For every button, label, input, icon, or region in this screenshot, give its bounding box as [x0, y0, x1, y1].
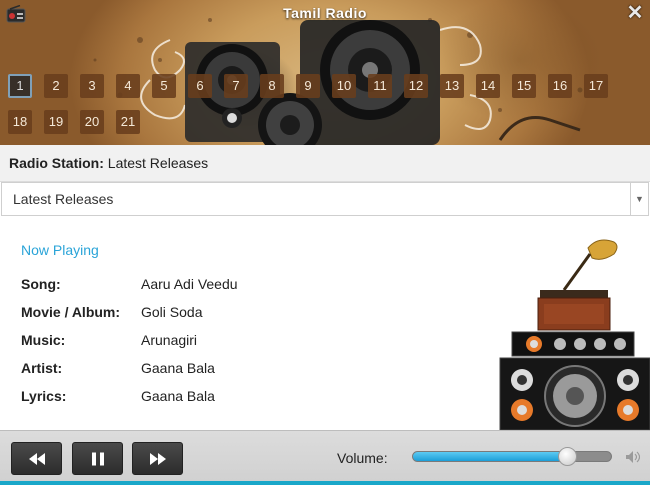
volume-slider-handle[interactable] [558, 447, 578, 466]
movie-value: Goli Soda [141, 304, 203, 320]
station-button-5[interactable]: 5 [152, 74, 176, 98]
music-label: Music: [21, 332, 66, 348]
fast-forward-icon [149, 452, 166, 465]
station-button-13[interactable]: 13 [440, 74, 464, 98]
station-button-20[interactable]: 20 [80, 110, 104, 134]
station-label-key: Radio Station: [9, 155, 104, 171]
station-button-17[interactable]: 17 [584, 74, 608, 98]
station-button-9[interactable]: 9 [296, 74, 320, 98]
station-button-4[interactable]: 4 [116, 74, 140, 98]
station-button-10[interactable]: 10 [332, 74, 356, 98]
now-playing-heading: Now Playing [21, 242, 99, 258]
lyrics-label: Lyrics: [21, 388, 67, 404]
rewind-icon [28, 452, 45, 465]
footer-accent-line [0, 481, 650, 485]
lyrics-value: Gaana Bala [141, 388, 215, 404]
station-button-11[interactable]: 11 [368, 74, 392, 98]
song-value: Aaru Adi Veedu [141, 276, 238, 292]
station-button-15[interactable]: 15 [512, 74, 536, 98]
station-button-12[interactable]: 12 [404, 74, 428, 98]
speaker-icon[interactable] [626, 451, 640, 463]
volume-fill [413, 452, 568, 461]
pause-icon [91, 452, 104, 465]
gramophone-speaker-illustration [499, 239, 650, 430]
pause-button[interactable] [72, 442, 123, 475]
artist-value: Gaana Bala [141, 360, 215, 376]
station-select[interactable]: Latest Releases ▼ [1, 182, 649, 216]
volume-slider[interactable] [412, 447, 612, 466]
close-icon[interactable]: ✕ [626, 3, 644, 23]
rewind-button[interactable] [11, 442, 62, 475]
movie-label: Movie / Album: [21, 304, 121, 320]
volume-label: Volume: [337, 450, 388, 466]
station-button-19[interactable]: 19 [44, 110, 68, 134]
music-value: Arunagiri [141, 332, 198, 348]
station-button-16[interactable]: 16 [548, 74, 572, 98]
station-button-1[interactable]: 1 [8, 74, 32, 98]
window-title: Tamil Radio [283, 5, 367, 21]
fast-forward-button[interactable] [132, 442, 183, 475]
station-label-bar: Radio Station: Latest Releases [0, 145, 650, 182]
header-banner: Tamil Radio ✕ 1 2 3 4 5 6 7 8 9 10 11 12… [0, 0, 650, 145]
player-controls-bar: Volume: [0, 430, 650, 485]
station-select-value: Latest Releases [13, 191, 114, 207]
station-button-3[interactable]: 3 [80, 74, 104, 98]
chevron-down-icon[interactable]: ▼ [630, 183, 648, 215]
station-button-2[interactable]: 2 [44, 74, 68, 98]
station-button-18[interactable]: 18 [8, 110, 32, 134]
artist-label: Artist: [21, 360, 63, 376]
station-button-7[interactable]: 7 [224, 74, 248, 98]
station-label-value: Latest Releases [107, 155, 209, 171]
station-button-21[interactable]: 21 [116, 110, 140, 134]
station-button-8[interactable]: 8 [260, 74, 284, 98]
station-button-14[interactable]: 14 [476, 74, 500, 98]
song-label: Song: [21, 276, 61, 292]
station-button-6[interactable]: 6 [188, 74, 212, 98]
